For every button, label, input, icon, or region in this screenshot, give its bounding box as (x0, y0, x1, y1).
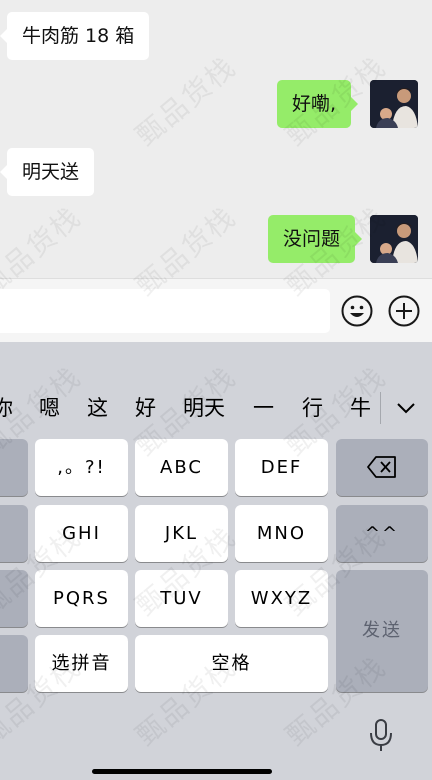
key-mno[interactable]: MNO (235, 505, 328, 562)
candidate-word[interactable]: 这 (87, 386, 108, 430)
key-tuv[interactable]: TUV (135, 570, 228, 627)
candidate-word[interactable]: 明天 (183, 386, 225, 430)
key-left-edge[interactable] (0, 570, 28, 627)
key-ghi[interactable]: GHI (35, 505, 128, 562)
candidate-word[interactable]: 一 (253, 386, 274, 430)
backspace-icon (367, 456, 396, 478)
smiley-icon[interactable] (341, 295, 373, 327)
message-text: 没问题 (283, 228, 341, 250)
key-abc[interactable]: ABC (135, 439, 228, 496)
chevron-down-icon[interactable] (395, 398, 417, 418)
avatar[interactable] (370, 80, 418, 128)
message-bubble-incoming[interactable]: 明天送 (0, 148, 95, 196)
key-left-edge[interactable] (0, 635, 28, 692)
message-bubble-incoming[interactable]: 牛肉筋 18 箱 (0, 12, 150, 60)
message-input-bar (0, 278, 432, 342)
candidate-word[interactable]: 嗯 (39, 386, 60, 430)
key-punctuation[interactable]: ,。?! (35, 439, 128, 496)
send-key[interactable]: 发送 (336, 570, 428, 692)
message-input[interactable] (0, 289, 330, 333)
emoticon-key-label: ^^ (364, 523, 400, 544)
pinyin-select-key[interactable]: 选拼音 (35, 635, 128, 692)
home-indicator (92, 769, 272, 774)
message-bubble-outgoing[interactable]: 没问题 (268, 215, 363, 263)
key-left-edge[interactable] (0, 439, 28, 496)
space-key[interactable]: 空格 (135, 635, 328, 692)
candidate-divider (380, 392, 381, 424)
keyboard: 你 嗯 这 好 明天 一 行 牛 ,。?! ABC DEF GHI JKL MN… (0, 342, 432, 780)
message-text: 好嘞, (292, 93, 337, 115)
plus-circle-icon[interactable] (388, 295, 420, 327)
candidate-word[interactable]: 好 (135, 386, 156, 430)
key-left-edge[interactable] (0, 505, 28, 562)
microphone-icon[interactable] (368, 718, 394, 754)
emoticon-key[interactable]: ^^ (336, 505, 428, 562)
key-jkl[interactable]: JKL (135, 505, 228, 562)
key-def[interactable]: DEF (235, 439, 328, 496)
avatar[interactable] (370, 215, 418, 263)
message-text: 牛肉筋 18 箱 (22, 25, 135, 47)
candidate-word[interactable]: 牛 (350, 386, 371, 430)
key-wxyz[interactable]: WXYZ (235, 570, 328, 627)
message-text: 明天送 (22, 161, 80, 183)
candidate-word[interactable]: 你 (0, 386, 13, 430)
message-bubble-outgoing[interactable]: 好嘞, (277, 80, 359, 128)
backspace-key[interactable] (336, 439, 428, 496)
candidate-word[interactable]: 行 (302, 386, 323, 430)
key-pqrs[interactable]: PQRS (35, 570, 128, 627)
candidate-bar: 你 嗯 这 好 明天 一 行 牛 (0, 386, 432, 430)
send-key-label: 发送 (362, 620, 402, 641)
chat-area: 牛肉筋 18 箱 好嘞, 明天送 没问题 (0, 0, 432, 278)
